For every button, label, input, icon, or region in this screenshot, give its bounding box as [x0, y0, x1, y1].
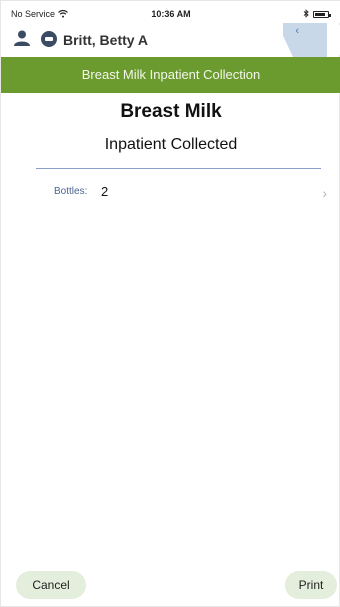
- patient-name: Britt, Betty A: [63, 32, 149, 48]
- chevron-left-icon[interactable]: ‹: [295, 25, 299, 37]
- section-subheading: Inpatient Collected: [104, 136, 238, 153]
- cancel-button[interactable]: Cancel: [16, 571, 86, 599]
- section-heading: Breast Milk: [120, 101, 222, 122]
- bluetooth-icon: [303, 9, 309, 20]
- chevron-right-icon: ›: [322, 185, 327, 201]
- status-right: [303, 9, 331, 20]
- status-bar: No Service 10:36 AM: [1, 1, 340, 23]
- status-time: 10:36 AM: [151, 9, 191, 19]
- battery-icon: [313, 11, 331, 18]
- record-icon[interactable]: [41, 31, 57, 47]
- person-icon: [13, 29, 31, 47]
- page-title: Breast Milk Inpatient Collection: [81, 67, 261, 82]
- print-button[interactable]: Print: [285, 571, 337, 599]
- divider: [36, 168, 321, 169]
- bottles-label: Bottles:: [54, 186, 88, 197]
- app-frame: No Service 10:36 AM Britt, Betty A ‹ Bre…: [0, 0, 340, 607]
- bottles-row[interactable]: Bottles: 2 ›: [1, 176, 340, 206]
- bottles-value: 2: [101, 184, 109, 199]
- title-bar: Breast Milk Inpatient Collection: [1, 57, 340, 93]
